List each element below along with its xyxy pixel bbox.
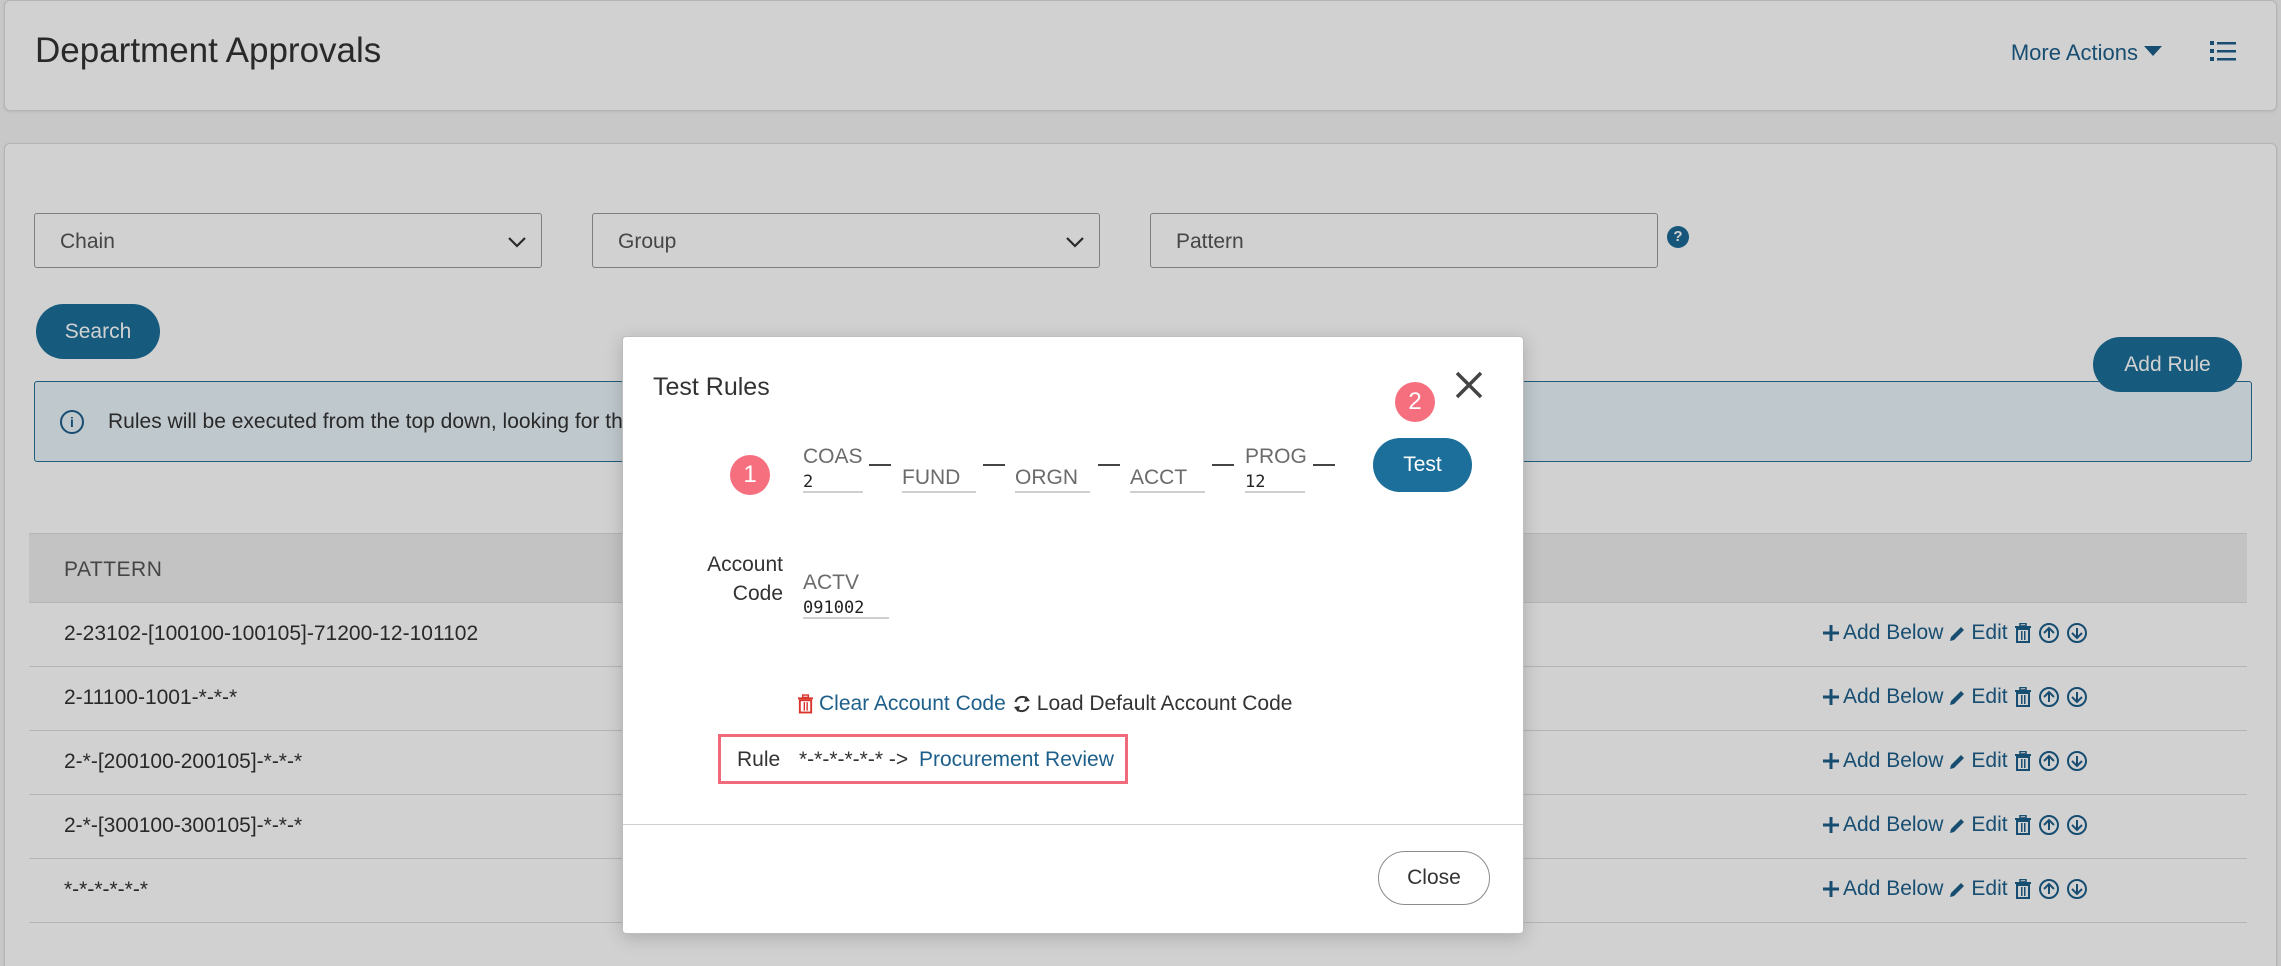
- account-code-label-line2: Code: [732, 582, 783, 605]
- prog-label: PROG: [1245, 445, 1307, 468]
- step-badge-1: 1: [730, 455, 770, 495]
- actv-field[interactable]: ACTV 091002: [803, 571, 889, 619]
- orgn-field[interactable]: ORGN: [1015, 445, 1090, 493]
- acct-label: ACCT: [1130, 466, 1188, 489]
- actv-value[interactable]: 091002: [803, 595, 889, 619]
- account-code-label-line1: Account: [707, 553, 783, 576]
- load-default-account-code-label: Load Default Account Code: [1036, 692, 1293, 715]
- test-button[interactable]: Test: [1373, 438, 1472, 492]
- refresh-icon: [1013, 696, 1030, 712]
- coas-label: COAS: [803, 445, 863, 468]
- rule-result-link[interactable]: Procurement Review: [919, 748, 1114, 772]
- orgn-value[interactable]: [1015, 490, 1090, 493]
- rule-label: Rule: [737, 748, 781, 771]
- close-icon[interactable]: [1453, 369, 1485, 401]
- actv-label: ACTV: [803, 571, 860, 594]
- coas-value[interactable]: 2: [803, 469, 863, 493]
- account-code-actions: Clear Account Code Load Default Account …: [797, 692, 1292, 716]
- acct-value[interactable]: [1130, 490, 1205, 493]
- modal-divider: [623, 824, 1523, 825]
- load-default-account-code-button[interactable]: Load Default Account Code: [1012, 692, 1293, 716]
- trash-icon: [797, 694, 814, 714]
- orgn-label: ORGN: [1015, 466, 1078, 489]
- segment-separator: [983, 464, 1005, 466]
- segment-separator: [1313, 464, 1335, 466]
- close-button[interactable]: Close: [1378, 851, 1490, 905]
- rule-pattern: *-*-*-*-*-* ->: [799, 748, 909, 771]
- prog-field[interactable]: PROG 12: [1245, 445, 1307, 493]
- segment-separator: [1212, 464, 1234, 466]
- prog-value[interactable]: 12: [1245, 469, 1305, 493]
- clear-account-code-label: Clear Account Code: [819, 692, 1006, 715]
- clear-account-code-button[interactable]: Clear Account Code: [797, 692, 1006, 716]
- modal-title: Test Rules: [653, 373, 770, 401]
- rule-result-highlight: Rule *-*-*-*-*-* -> Procurement Review: [718, 734, 1128, 784]
- coas-field[interactable]: COAS 2: [803, 445, 863, 493]
- fund-value[interactable]: [902, 490, 976, 493]
- test-rules-modal: Test Rules 1 2 COAS 2 FUND ORGN ACCT PRO…: [622, 336, 1524, 934]
- segment-separator: [1098, 464, 1120, 466]
- acct-field[interactable]: ACCT: [1130, 445, 1205, 493]
- account-code-label: Account Code: [673, 550, 783, 608]
- step-badge-2: 2: [1395, 382, 1435, 422]
- fund-label: FUND: [902, 466, 961, 489]
- fund-field[interactable]: FUND: [902, 445, 976, 493]
- segment-separator: [869, 464, 891, 466]
